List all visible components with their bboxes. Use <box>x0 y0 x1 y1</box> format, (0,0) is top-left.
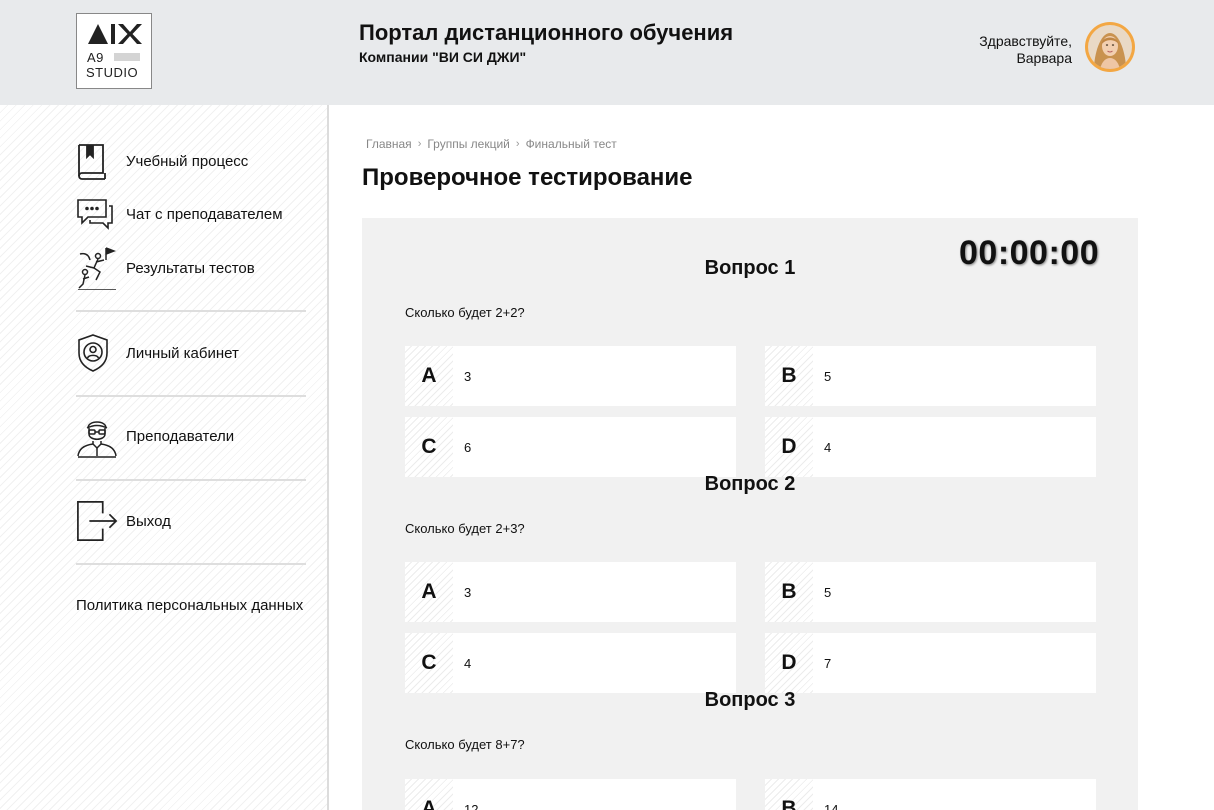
sidebar-item-chat[interactable]: Чат с преподавателем <box>76 193 283 235</box>
answer-letter: A <box>405 562 453 622</box>
logo[interactable]: A9 STUDIO <box>76 13 152 89</box>
logo-bar <box>114 53 140 61</box>
sidebar-item-label: Результаты тестов <box>126 259 255 277</box>
answer-option-a[interactable]: A 12 <box>405 779 736 810</box>
question-text: Сколько будет 8+7? <box>405 737 525 752</box>
breadcrumb-home[interactable]: Главная <box>366 137 412 151</box>
user-name: Варвара <box>1016 50 1072 66</box>
sidebar-item-label: Чат с преподавателем <box>126 205 283 223</box>
teacher-icon <box>76 415 118 458</box>
avatar-photo <box>1088 25 1132 69</box>
divider <box>76 310 306 312</box>
answer-value: 5 <box>824 368 832 384</box>
answer-value: 3 <box>464 584 472 600</box>
answer-option-c[interactable]: C 4 <box>405 633 736 693</box>
question-title: Вопрос 3 <box>704 689 796 711</box>
chevron-right-icon: › <box>417 138 422 150</box>
answer-value: 5 <box>824 584 832 600</box>
portal-title: Портал дистанционного обучения <box>359 20 734 45</box>
logo-text-a9: A9 <box>87 50 104 65</box>
answer-letter: B <box>765 346 813 406</box>
answer-value: 3 <box>464 368 472 384</box>
divider <box>76 395 306 397</box>
page-title: Проверочное тестирование <box>362 164 693 191</box>
answer-letter: C <box>405 417 453 477</box>
privacy-policy-link[interactable]: Политика персональных данных <box>76 597 303 614</box>
divider <box>76 563 306 565</box>
answer-option-a[interactable]: A 3 <box>405 562 736 622</box>
answer-letter: B <box>765 779 813 810</box>
answer-value: 4 <box>824 439 832 455</box>
chat-icon <box>76 193 118 235</box>
logo-text-studio: STUDIO <box>86 65 139 80</box>
sidebar-item-label: Выход <box>126 512 171 530</box>
answer-option-c[interactable]: C 6 <box>405 417 736 477</box>
breadcrumb-final-test[interactable]: Финальный тест <box>526 137 617 151</box>
answer-letter: A <box>405 779 453 810</box>
answer-letter: D <box>765 417 813 477</box>
sidebar-border <box>327 105 329 810</box>
answer-option-b[interactable]: B 14 <box>765 779 1096 810</box>
answer-value: 7 <box>824 655 832 671</box>
exit-icon <box>76 500 118 542</box>
sidebar-item-label: Учебный процесс <box>126 152 249 170</box>
answer-value: 12 <box>464 801 479 810</box>
answer-value: 4 <box>464 655 472 671</box>
question-title: Вопрос 2 <box>704 473 796 495</box>
avatar[interactable] <box>1085 22 1135 72</box>
header: A9 STUDIO Портал дистанционного обучения… <box>0 0 1214 105</box>
sidebar-item-teachers[interactable]: Преподаватели <box>76 415 235 458</box>
test-panel: 00:00:00 Вопрос 1 Сколько будет 2+2? A 3… <box>362 218 1138 810</box>
question-title: Вопрос 1 <box>704 257 796 279</box>
sidebar-item-account[interactable]: Личный кабинет <box>76 332 239 374</box>
answer-option-d[interactable]: D 7 <box>765 633 1096 693</box>
user-greeting: Здравствуйте, Варвара <box>979 33 1072 67</box>
sidebar-item-learning[interactable]: Учебный процесс <box>76 140 248 182</box>
sidebar-item-label: Преподаватели <box>126 427 235 445</box>
answer-letter: C <box>405 633 453 693</box>
breadcrumb: Главная › Группы лекций › Финальный тест <box>366 137 617 151</box>
sidebar-item-exit[interactable]: Выход <box>76 500 171 542</box>
sidebar: Учебный процесс Чат с преподавателем Рез… <box>0 105 327 810</box>
question-text: Сколько будет 2+2? <box>405 305 525 320</box>
user-shield-icon <box>76 332 118 374</box>
sidebar-item-test-results[interactable]: Результаты тестов <box>76 247 255 290</box>
answer-letter: D <box>765 633 813 693</box>
question-text: Сколько будет 2+3? <box>405 521 525 536</box>
answer-value: 14 <box>824 801 839 810</box>
divider <box>76 479 306 481</box>
answer-letter: A <box>405 346 453 406</box>
book-icon <box>76 140 118 182</box>
answer-value: 6 <box>464 439 472 455</box>
breadcrumb-lecture-groups[interactable]: Группы лекций <box>427 137 510 151</box>
answer-option-d[interactable]: D 4 <box>765 417 1096 477</box>
answer-option-b[interactable]: B 5 <box>765 346 1096 406</box>
climbing-results-icon <box>76 247 118 290</box>
chevron-right-icon: › <box>515 138 520 150</box>
logo-mark-icon <box>88 24 142 44</box>
portal-subtitle: Компании "ВИ СИ ДЖИ" <box>359 49 527 65</box>
answer-option-b[interactable]: B 5 <box>765 562 1096 622</box>
answer-option-a[interactable]: A 3 <box>405 346 736 406</box>
answer-letter: B <box>765 562 813 622</box>
sidebar-item-label: Личный кабинет <box>126 344 239 362</box>
greeting-line: Здравствуйте, <box>979 33 1072 49</box>
